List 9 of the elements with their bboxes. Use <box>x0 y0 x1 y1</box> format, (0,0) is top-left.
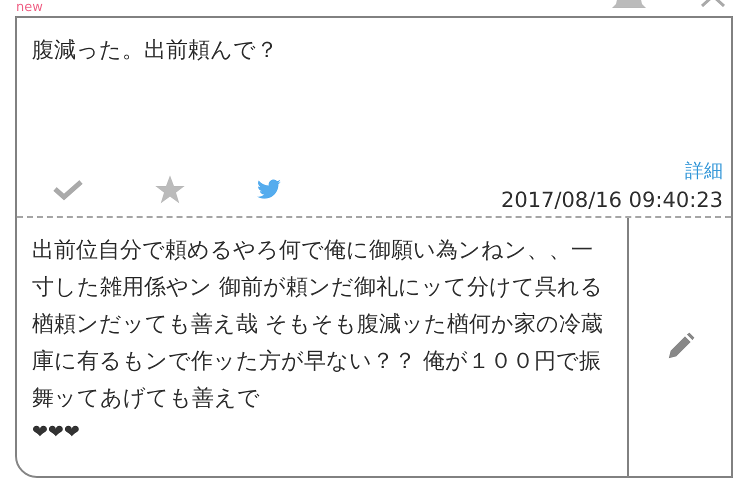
check-icon[interactable] <box>52 178 84 202</box>
star-icon[interactable] <box>154 174 186 206</box>
bird-icon[interactable] <box>256 179 282 201</box>
question-text: 腹減った。出前頼んで？ <box>32 37 278 65</box>
timestamp: 2017/08/16 09:40:23 <box>500 188 723 212</box>
detail-link[interactable]: 詳細 <box>685 158 723 184</box>
hearts: ❤❤❤ <box>32 420 81 445</box>
answer-text: 出前位自分で頼めるやろ何で俺に御願い為ンねン、、一寸した雑用係やン 御前が頼ンだ御礼にッて分けて呉れる楢頼ンだッても善え哉 そもそも腹減ッた楢何か家の冷蔵庫に有るもンで作ッた方が早ない？？ 俺が１００円で振舞ッてあげても善えで <box>32 237 604 413</box>
new-label: new <box>16 1 43 15</box>
